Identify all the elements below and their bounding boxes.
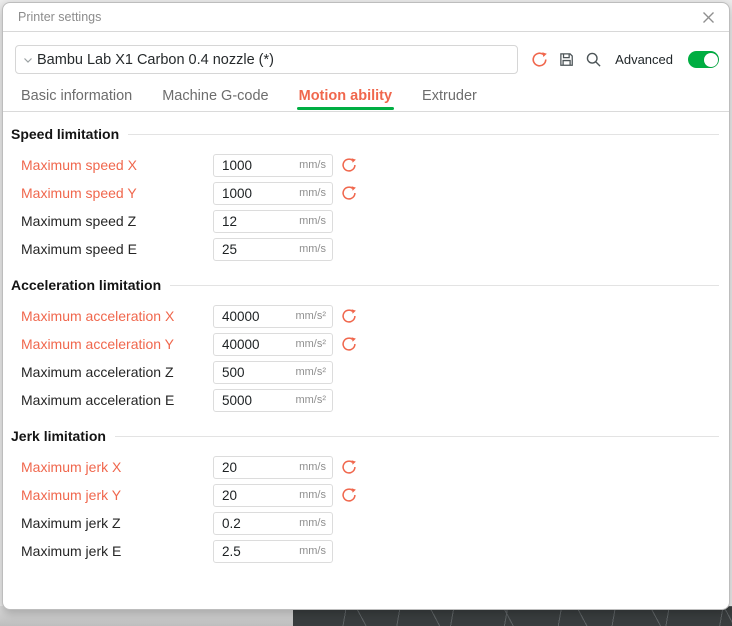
input-value: 25 [214,242,237,257]
setting-row: Maximum acceleration E 5000 mm/s² [11,386,719,414]
dialog-title: Printer settings [18,10,101,24]
unit-label: mm/s² [295,366,332,378]
value-input[interactable]: 500 mm/s² [213,361,333,384]
setting-label: Maximum speed Z [11,213,213,229]
value-input[interactable]: 12 mm/s [213,210,333,233]
setting-label: Maximum acceleration E [11,392,213,408]
setting-label: Maximum acceleration X [11,308,213,324]
setting-row: Maximum jerk X 20 mm/s [11,453,719,481]
setting-row: Maximum jerk Y 20 mm/s [11,481,719,509]
input-value: 1000 [214,158,252,173]
section-title: Jerk limitation [11,428,719,444]
settings-section: Acceleration limitation Maximum accelera… [11,277,719,414]
setting-row: Maximum jerk E 2.5 mm/s [11,537,719,565]
section-title: Acceleration limitation [11,277,719,293]
value-input[interactable]: 5000 mm/s² [213,389,333,412]
input-value: 40000 [214,337,260,352]
unit-label: mm/s [299,545,332,557]
preset-row: Bambu Lab X1 Carbon 0.4 nozzle (*) [3,32,729,74]
preset-name: Bambu Lab X1 Carbon 0.4 nozzle (*) [37,52,274,68]
unit-label: mm/s [299,461,332,473]
input-value: 1000 [214,186,252,201]
unit-label: mm/s [299,489,332,501]
setting-label: Maximum jerk E [11,543,213,559]
setting-row: Maximum acceleration Z 500 mm/s² [11,358,719,386]
input-value: 40000 [214,309,260,324]
section-rows: Maximum acceleration X 40000 mm/s² Maxim… [11,302,719,414]
save-icon[interactable] [557,51,575,69]
preset-toolbar: Advanced [530,51,719,69]
advanced-toggle[interactable] [688,51,719,68]
setting-row: Maximum speed Y 1000 mm/s [11,179,719,207]
tab-machine-g-code[interactable]: Machine G-code [162,88,268,111]
settings-section: Speed limitation Maximum speed X 1000 mm… [11,126,719,263]
setting-label: Maximum speed E [11,241,213,257]
setting-label: Maximum acceleration Z [11,364,213,380]
undo-icon[interactable] [341,185,357,201]
setting-row: Maximum speed E 25 mm/s [11,235,719,263]
section-rows: Maximum jerk X 20 mm/s Maximum jerk Y 20… [11,453,719,565]
value-input[interactable]: 40000 mm/s² [213,333,333,356]
value-input[interactable]: 1000 mm/s [213,182,333,205]
unit-label: mm/s² [295,338,332,350]
setting-label: Maximum jerk Y [11,487,213,503]
toggle-knob [704,53,718,67]
setting-label: Maximum speed Y [11,185,213,201]
settings-tabs: Basic information Machine G-code Motion ab… [3,88,729,112]
input-value: 20 [214,460,237,475]
setting-row: Maximum speed Z 12 mm/s [11,207,719,235]
tab-basic-information[interactable]: Basic information [21,88,132,111]
undo-icon[interactable] [341,487,357,503]
undo-icon[interactable] [341,308,357,324]
undo-icon[interactable] [341,157,357,173]
unit-label: mm/s [299,159,332,171]
unit-label: mm/s [299,517,332,529]
motion-ability-content: Speed limitation Maximum speed X 1000 mm… [3,126,729,565]
setting-row: Maximum speed X 1000 mm/s [11,151,719,179]
value-input[interactable]: 40000 mm/s² [213,305,333,328]
unit-label: mm/s [299,215,332,227]
search-icon[interactable] [584,51,602,69]
reset-preset-icon[interactable] [530,51,548,69]
section-rows: Maximum speed X 1000 mm/s Maximum speed … [11,151,719,263]
value-input[interactable]: 2.5 mm/s [213,540,333,563]
tab-motion-ability[interactable]: Motion ability [299,88,392,111]
section-title: Speed limitation [11,126,719,142]
chevron-down-icon [22,54,34,66]
input-value: 500 [214,365,245,380]
settings-section: Jerk limitation Maximum jerk X 20 mm/s M… [11,428,719,565]
value-input[interactable]: 20 mm/s [213,484,333,507]
unit-label: mm/s [299,243,332,255]
printer-preset-select[interactable]: Bambu Lab X1 Carbon 0.4 nozzle (*) [15,45,518,74]
setting-row: Maximum jerk Z 0.2 mm/s [11,509,719,537]
advanced-label: Advanced [615,52,673,67]
setting-label: Maximum jerk X [11,459,213,475]
unit-label: mm/s² [295,310,332,322]
setting-row: Maximum acceleration Y 40000 mm/s² [11,330,719,358]
setting-row: Maximum acceleration X 40000 mm/s² [11,302,719,330]
input-value: 2.5 [214,544,241,559]
input-value: 20 [214,488,237,503]
value-input[interactable]: 25 mm/s [213,238,333,261]
input-value: 12 [214,214,237,229]
input-value: 0.2 [214,516,241,531]
value-input[interactable]: 20 mm/s [213,456,333,479]
setting-label: Maximum speed X [11,157,213,173]
unit-label: mm/s [299,187,332,199]
input-value: 5000 [214,393,252,408]
dialog-titlebar: Printer settings [3,3,729,32]
undo-icon[interactable] [341,336,357,352]
value-input[interactable]: 0.2 mm/s [213,512,333,535]
close-icon[interactable] [699,8,717,26]
setting-label: Maximum acceleration Y [11,336,213,352]
value-input[interactable]: 1000 mm/s [213,154,333,177]
setting-label: Maximum jerk Z [11,515,213,531]
tab-extruder[interactable]: Extruder [422,88,477,111]
printer-settings-dialog: Printer settings Bambu Lab X1 Carbon 0.4… [2,2,730,610]
undo-icon[interactable] [341,459,357,475]
unit-label: mm/s² [295,394,332,406]
